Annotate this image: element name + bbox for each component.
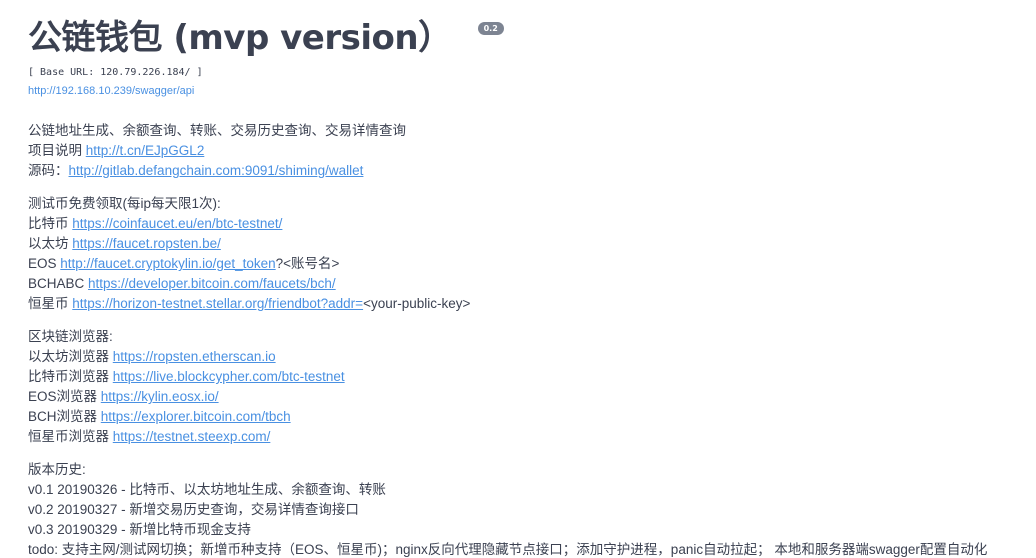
faucet-item: BCHABC https://developer.bitcoin.com/fau… bbox=[28, 274, 1028, 294]
faucet-suffix: ?<账号名> bbox=[275, 256, 340, 271]
history-item: v0.3 20190329 - 新增比特币现金支持 bbox=[28, 522, 251, 537]
history-item: v0.2 20190327 - 新增交易历史查询，交易详情查询接口 bbox=[28, 502, 359, 517]
faucet-label: EOS bbox=[28, 256, 57, 271]
explorer-link[interactable]: https://live.blockcypher.com/btc-testnet bbox=[113, 369, 345, 384]
faucet-link[interactable]: https://horizon-testnet.stellar.org/frie… bbox=[72, 296, 363, 311]
faucet-label: 以太坊 bbox=[28, 236, 69, 251]
faucet-item: 以太坊 https://faucet.ropsten.be/ bbox=[28, 234, 1028, 254]
faucet-link[interactable]: https://developer.bitcoin.com/faucets/bc… bbox=[88, 276, 336, 291]
faucet-link[interactable]: https://faucet.ropsten.be/ bbox=[72, 236, 221, 251]
page-title: 公链钱包 (mvp version） bbox=[28, 18, 452, 58]
explorer-item: BCH浏览器 https://explorer.bitcoin.com/tbch bbox=[28, 407, 1028, 427]
version-badge: 0.2 bbox=[477, 22, 504, 35]
explorer-label: 比特币浏览器 bbox=[28, 369, 109, 384]
source-line: 源码：http://gitlab.defangchain.com:9091/sh… bbox=[28, 161, 1028, 181]
features-line: 公链地址生成、余额查询、转账、交易历史查询、交易详情查询 bbox=[28, 123, 406, 138]
explorer-label: EOS浏览器 bbox=[28, 389, 98, 404]
explorer-item: 以太坊浏览器 https://ropsten.etherscan.io bbox=[28, 347, 1028, 367]
history-heading: 版本历史: bbox=[28, 462, 86, 477]
project-line: 项目说明 http://t.cn/EJpGGL2 bbox=[28, 141, 1028, 161]
explorer-item: 恒星币浏览器 https://testnet.steexp.com/ bbox=[28, 427, 1028, 447]
source-link[interactable]: http://gitlab.defangchain.com:9091/shimi… bbox=[69, 163, 364, 178]
project-label: 项目说明 bbox=[28, 143, 82, 158]
project-link[interactable]: http://t.cn/EJpGGL2 bbox=[86, 143, 205, 158]
faucet-label: 恒星币 bbox=[28, 296, 69, 311]
info-section: 公链钱包 (mvp version） 0.2 [ Base URL: 120.7… bbox=[28, 14, 1028, 558]
faucet-item: 比特币 https://coinfaucet.eu/en/btc-testnet… bbox=[28, 214, 1028, 234]
spec-url-link[interactable]: http://192.168.10.239/swagger/api bbox=[28, 84, 194, 98]
explorer-item: EOS浏览器 https://kylin.eosx.io/ bbox=[28, 387, 1028, 407]
description: 公链地址生成、余额查询、转账、交易历史查询、交易详情查询 项目说明 http:/… bbox=[28, 121, 1028, 558]
explorers-heading: 区块链浏览器: bbox=[28, 329, 113, 344]
explorer-item: 比特币浏览器 https://live.blockcypher.com/btc-… bbox=[28, 367, 1028, 387]
explorer-link[interactable]: https://explorer.bitcoin.com/tbch bbox=[101, 409, 291, 424]
title-row: 公链钱包 (mvp version） 0.2 bbox=[28, 14, 1028, 62]
faucet-link[interactable]: http://faucet.cryptokylin.io/get_token bbox=[60, 256, 275, 271]
todo-line: todo: 支持主网/测试网切换；新增币种支持（EOS、恒星币)；nginx反向… bbox=[28, 542, 988, 557]
faucet-suffix: <your-public-key> bbox=[363, 296, 471, 311]
explorer-label: BCH浏览器 bbox=[28, 409, 98, 424]
history-item: v0.1 20190326 - 比特币、以太坊地址生成、余额查询、转账 bbox=[28, 482, 386, 497]
base-url: [ Base URL: 120.79.226.184/ ] bbox=[28, 67, 203, 78]
faucet-link[interactable]: https://coinfaucet.eu/en/btc-testnet/ bbox=[72, 216, 282, 231]
faucets-heading: 测试币免费领取(每ip每天限1次): bbox=[28, 196, 221, 211]
source-label: 源码： bbox=[28, 163, 69, 178]
explorer-link[interactable]: https://kylin.eosx.io/ bbox=[101, 389, 219, 404]
faucet-item: 恒星币 https://horizon-testnet.stellar.org/… bbox=[28, 294, 1028, 314]
explorer-link[interactable]: https://ropsten.etherscan.io bbox=[113, 349, 276, 364]
faucet-label: BCHABC bbox=[28, 276, 85, 291]
faucet-item: EOS http://faucet.cryptokylin.io/get_tok… bbox=[28, 254, 1028, 274]
faucet-label: 比特币 bbox=[28, 216, 69, 231]
explorer-label: 以太坊浏览器 bbox=[28, 349, 109, 364]
explorer-link[interactable]: https://testnet.steexp.com/ bbox=[113, 429, 271, 444]
explorer-label: 恒星币浏览器 bbox=[28, 429, 109, 444]
